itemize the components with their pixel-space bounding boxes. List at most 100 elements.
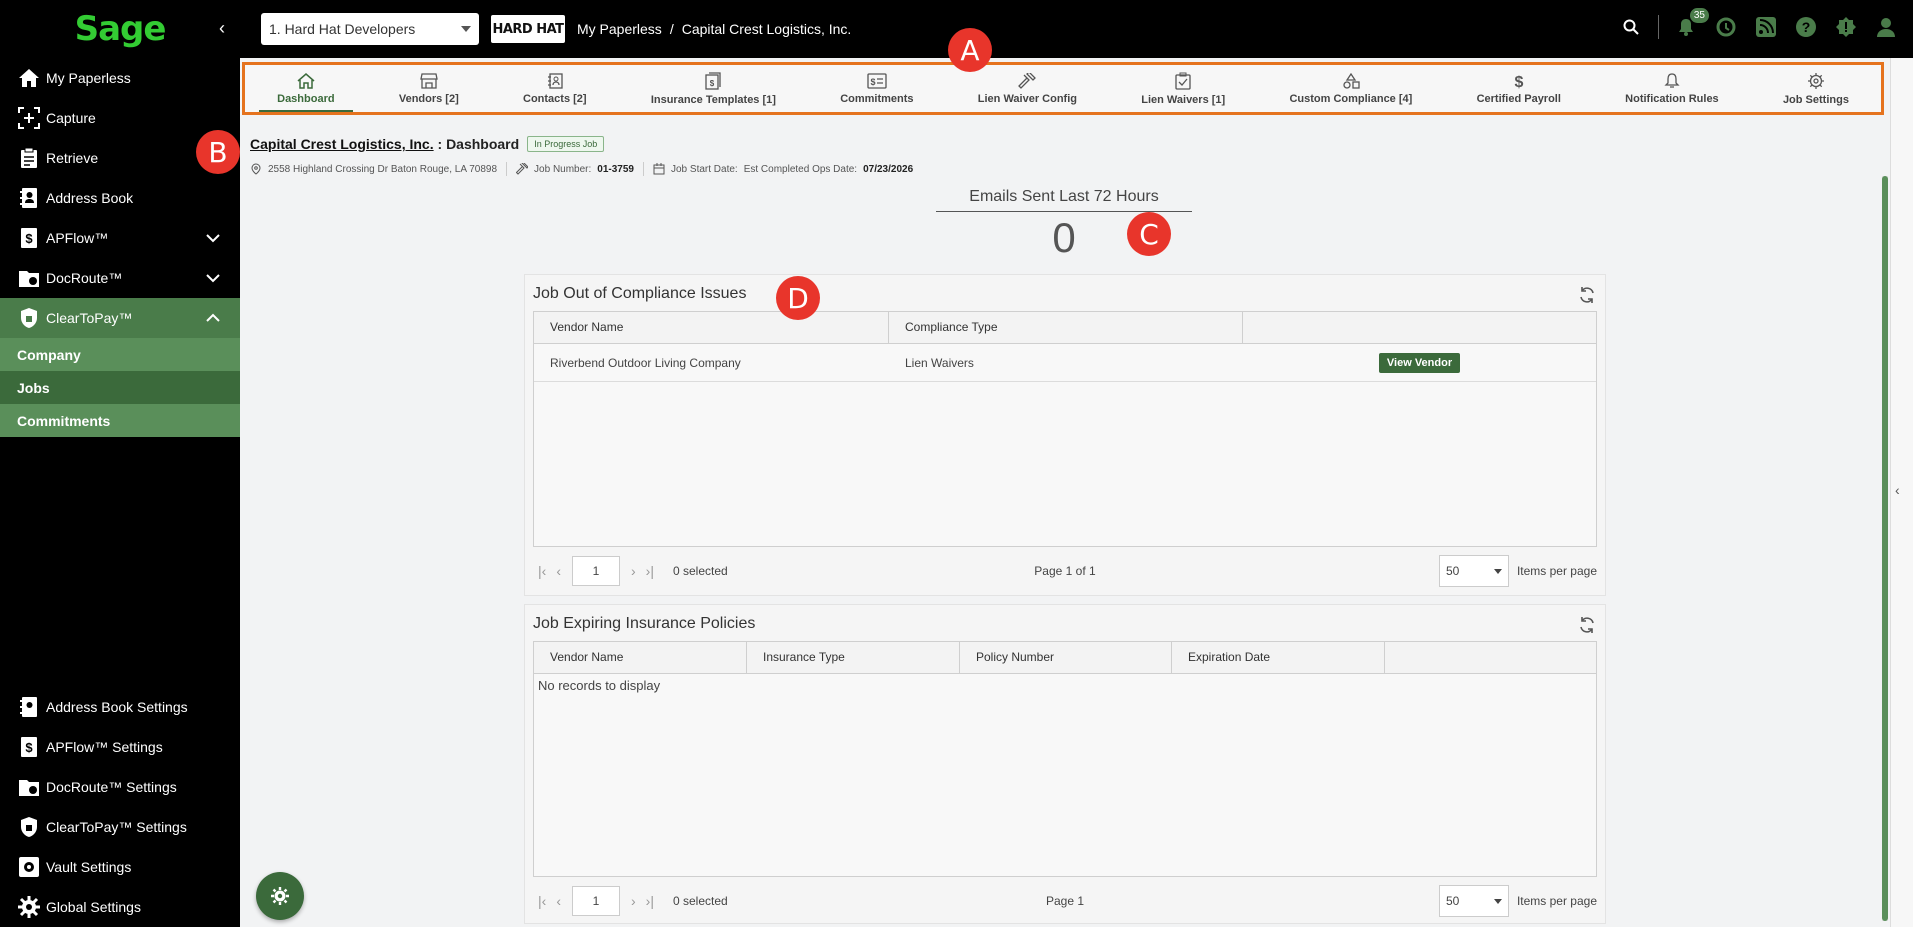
company-select-value: 1. Hard Hat Developers <box>269 21 416 37</box>
scrollbar-thumb[interactable] <box>1882 176 1888 921</box>
sidebar-item-label: Vault Settings <box>46 859 132 875</box>
chevron-up-icon[interactable] <box>206 310 220 326</box>
empty-message: No records to display <box>538 678 661 693</box>
svg-text:$: $ <box>25 740 33 755</box>
title-page: Dashboard <box>446 136 520 152</box>
chevron-down-icon[interactable] <box>206 230 220 246</box>
help-icon[interactable]: ? <box>1793 14 1819 40</box>
title-separator: : <box>437 136 443 152</box>
user-icon[interactable] <box>1873 14 1899 40</box>
first-page-icon[interactable]: |‹ <box>538 563 546 579</box>
tab-custom-compliance[interactable]: Custom Compliance [4] <box>1257 65 1444 112</box>
sidebar-item-cleartopay-settings[interactable]: ClearToPay™ Settings <box>0 807 240 847</box>
last-page-icon[interactable]: ›| <box>646 893 654 909</box>
compliance-panel-title: Job Out of Compliance Issues <box>533 285 747 302</box>
sidebar-item-label: Address Book <box>46 190 134 206</box>
company-select[interactable]: 1. Hard Hat Developers <box>261 13 479 45</box>
last-page-icon[interactable]: ›| <box>646 563 654 579</box>
prev-page-icon[interactable]: ‹ <box>556 563 561 579</box>
compliance-pager: |‹ ‹ 1 › ›| 0 selected Page 1 of 1 50 It… <box>533 555 1597 587</box>
location-pin-icon <box>251 163 261 175</box>
tab-vendors[interactable]: Vendors [2] <box>367 65 491 112</box>
bell-icon[interactable]: 35 <box>1673 8 1709 40</box>
view-vendor-button[interactable]: View Vendor <box>1378 352 1461 373</box>
sidebar-item-cleartopay[interactable]: ClearToPay™ <box>0 298 240 338</box>
page-number-input[interactable]: 1 <box>571 886 620 916</box>
insurance-icon: $ <box>705 71 722 90</box>
column-header[interactable]: Policy Number <box>960 642 1172 673</box>
alert-icon[interactable] <box>1833 14 1859 40</box>
prev-page-icon[interactable]: ‹ <box>556 893 561 909</box>
sidebar-subitem-commitments[interactable]: Commitments <box>0 404 240 437</box>
gear-icon <box>1807 72 1824 89</box>
sidebar-item-apflow-settings[interactable]: $ APFlow™ Settings <box>0 727 240 767</box>
notification-badge: 35 <box>1689 8 1709 23</box>
sidebar-item-address-book-settings[interactable]: Address Book Settings <box>0 687 240 727</box>
job-start-date-label: Job Start Date: <box>671 163 738 175</box>
per-page-select[interactable]: 50 <box>1438 555 1509 587</box>
tab-lien-waiver-config[interactable]: Lien Waiver Config <box>946 65 1109 112</box>
sidebar-item-global-settings[interactable]: Global Settings <box>0 887 240 927</box>
home-icon <box>16 66 42 90</box>
caret-down-icon <box>1493 568 1502 574</box>
breadcrumb-my-paperless[interactable]: My Paperless <box>577 21 662 37</box>
svg-text:$: $ <box>1514 74 1523 89</box>
per-page-label: Items per page <box>1516 564 1597 578</box>
tab-contacts[interactable]: Contacts [2] <box>491 65 619 112</box>
column-header[interactable]: Vendor Name <box>534 642 747 673</box>
contacts-icon <box>547 72 563 89</box>
sidebar-subitem-jobs[interactable]: Jobs <box>0 371 240 404</box>
page-number-input[interactable]: 1 <box>571 556 620 586</box>
settings-fab-button[interactable] <box>256 872 304 920</box>
sidebar-item-address-book[interactable]: Address Book <box>0 178 240 218</box>
sidebar-item-apflow[interactable]: $ APFlow™ <box>0 218 240 258</box>
retrieve-icon <box>16 146 42 170</box>
caret-down-icon <box>1493 898 1502 904</box>
sidebar-item-vault-settings[interactable]: Vault Settings <box>0 847 240 887</box>
sidebar-item-label: Address Book Settings <box>46 699 188 715</box>
sidebar-item-docroute[interactable]: DocRoute™ <box>0 258 240 298</box>
column-header[interactable]: Insurance Type <box>747 642 960 673</box>
rss-icon[interactable] <box>1753 14 1779 40</box>
sidebar-subitem-company[interactable]: Company <box>0 338 240 371</box>
search-icon[interactable] <box>1618 14 1644 40</box>
tab-lien-waivers[interactable]: Lien Waivers [1] <box>1109 65 1257 112</box>
column-header[interactable]: Compliance Type <box>889 312 1243 343</box>
tab-label: Lien Waiver Config <box>977 92 1077 105</box>
tab-commitments[interactable]: $ Commitments <box>808 65 946 112</box>
tab-insurance-templates[interactable]: $ Insurance Templates [1] <box>619 65 808 112</box>
page-info: Page 1 <box>1045 894 1085 908</box>
next-page-icon[interactable]: › <box>631 563 636 579</box>
tab-label: Contacts [2] <box>523 92 587 105</box>
tab-dashboard[interactable]: Dashboard <box>245 65 367 112</box>
column-header[interactable]: Expiration Date <box>1172 642 1385 673</box>
est-completed-label: Est Completed Ops Date: <box>743 163 858 175</box>
chevron-left-icon[interactable]: ‹ <box>1895 482 1900 498</box>
bell-icon <box>1664 72 1680 88</box>
shapes-icon <box>1343 72 1360 89</box>
sidebar-item-my-paperless[interactable]: My Paperless <box>0 58 240 98</box>
gear-icon <box>16 895 42 919</box>
sidebar-item-label: My Paperless <box>46 70 131 86</box>
sidebar-item-capture[interactable]: Capture <box>0 98 240 138</box>
next-page-icon[interactable]: › <box>631 893 636 909</box>
tab-label: Vendors [2] <box>398 92 459 105</box>
per-page-select[interactable]: 50 <box>1438 885 1509 917</box>
first-page-icon[interactable]: |‹ <box>538 893 546 909</box>
sidebar-item-docroute-settings[interactable]: DocRoute™ Settings <box>0 767 240 807</box>
refresh-icon[interactable] <box>1577 615 1597 635</box>
tab-job-settings[interactable]: Job Settings <box>1751 65 1881 112</box>
tab-label: Certified Payroll <box>1476 92 1561 105</box>
tab-notification-rules[interactable]: Notification Rules <box>1593 65 1751 112</box>
refresh-icon[interactable] <box>1577 285 1597 305</box>
column-header[interactable]: Vendor Name <box>534 312 889 343</box>
tab-certified-payroll[interactable]: $ Certified Payroll <box>1444 65 1593 112</box>
history-icon[interactable] <box>1713 14 1739 40</box>
sidebar-item-label: APFlow™ Settings <box>46 739 163 755</box>
chevron-down-icon[interactable] <box>206 270 220 286</box>
grid-header: Vendor Name Insurance Type Policy Number… <box>534 642 1596 674</box>
chevron-left-icon[interactable]: ‹ <box>212 18 232 39</box>
tab-label: Insurance Templates [1] <box>650 93 776 106</box>
insurance-panel-title: Job Expiring Insurance Policies <box>533 615 756 632</box>
job-name-link[interactable]: Capital Crest Logistics, Inc. <box>250 136 434 152</box>
